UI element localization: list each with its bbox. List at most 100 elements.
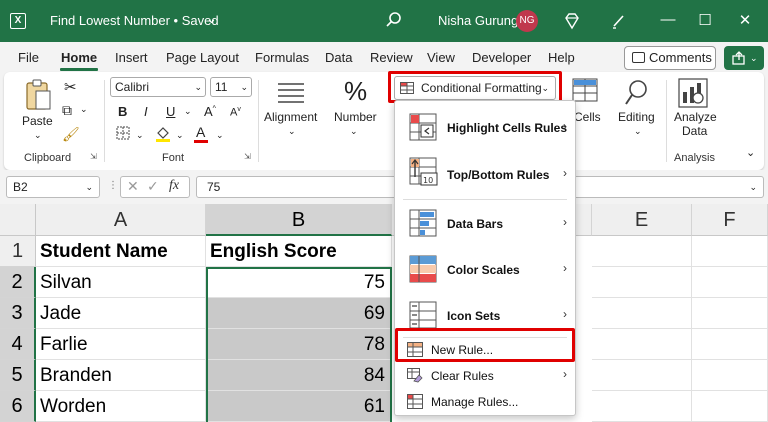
cell-e3[interactable] (592, 298, 692, 329)
fill-color-icon[interactable] (154, 124, 172, 142)
row-header-3[interactable]: 3 (0, 298, 36, 329)
restore-icon[interactable]: ☐ (695, 11, 715, 29)
avatar[interactable]: NG (516, 10, 538, 32)
cell-e4[interactable] (592, 329, 692, 360)
tab-page-layout[interactable]: Page Layout (166, 50, 239, 65)
cut-icon[interactable]: ✂ (64, 78, 77, 96)
menu-item-top-bottom-rules[interactable]: 10 Top/Bottom Rules › (395, 151, 575, 197)
share-button[interactable]: ⌄ (724, 46, 764, 70)
analyze-data-icon[interactable] (678, 78, 708, 108)
search-icon[interactable] (384, 10, 404, 30)
menu-item-manage-rules[interactable]: Manage Rules... (395, 389, 575, 415)
select-all-corner[interactable] (0, 204, 36, 236)
comments-button[interactable]: Comments (624, 46, 716, 70)
analyze-data-label-2[interactable]: Data (682, 124, 707, 138)
row-header-5[interactable]: 5 (0, 360, 36, 391)
menu-item-data-bars[interactable]: Data Bars › (395, 201, 575, 247)
dialog-launcher-icon[interactable]: ⇲ (90, 152, 97, 161)
cell-a1[interactable]: Student Name (36, 236, 206, 267)
chevron-down-icon[interactable]: ⌄ (34, 130, 42, 141)
tab-review[interactable]: Review (370, 50, 413, 65)
paste-label[interactable]: Paste (22, 114, 53, 128)
cell-e2[interactable] (592, 267, 692, 298)
column-header-f[interactable]: F (692, 204, 768, 236)
bold-button[interactable]: B (118, 104, 127, 119)
column-header-a[interactable]: A (36, 204, 206, 236)
row-header-2[interactable]: 2 (0, 267, 36, 298)
dialog-launcher-icon[interactable]: ⇲ (244, 152, 251, 161)
tab-insert[interactable]: Insert (115, 50, 148, 65)
row-header-1[interactable]: 1 (0, 236, 36, 267)
row-header-4[interactable]: 4 (0, 329, 36, 360)
font-size-select[interactable]: 11 ⌄ (210, 77, 252, 97)
tab-file[interactable]: File (18, 50, 39, 65)
cell-a3[interactable]: Jade (36, 298, 206, 329)
cell-a6[interactable]: Worden (36, 391, 206, 422)
chevron-down-icon[interactable]: ⌄ (634, 126, 642, 137)
column-header-b[interactable]: B (206, 204, 392, 236)
cell-f6[interactable] (692, 391, 768, 422)
format-painter-icon[interactable]: 🖌 (62, 126, 80, 143)
tab-view[interactable]: View (427, 50, 455, 65)
decrease-font-icon[interactable]: Av (230, 106, 241, 119)
expand-formula-bar-icon[interactable]: ⌄ (749, 177, 757, 197)
cell-f5[interactable] (692, 360, 768, 391)
cell-f4[interactable] (692, 329, 768, 360)
cells-label[interactable]: Cells (574, 110, 601, 124)
row-header-6[interactable]: 6 (0, 391, 36, 422)
menu-item-color-scales[interactable]: Color Scales › (395, 247, 575, 293)
close-icon[interactable]: ✕ (735, 11, 755, 29)
minimize-icon[interactable]: — (658, 11, 678, 28)
chevron-down-icon[interactable]: ⌄ (216, 130, 224, 141)
tab-home[interactable]: Home (61, 50, 97, 65)
tab-help[interactable]: Help (548, 50, 575, 65)
borders-icon[interactable] (116, 126, 130, 140)
cell-f1[interactable] (692, 236, 768, 267)
chevron-down-icon[interactable]: ⌄ (80, 104, 88, 115)
font-name-select[interactable]: Calibri ⌄ (110, 77, 206, 97)
pen-icon[interactable] (610, 12, 628, 30)
copy-icon[interactable]: ⧉ (62, 102, 72, 119)
cell-a2[interactable]: Silvan (36, 267, 206, 298)
insert-function-button[interactable]: fx (169, 178, 179, 194)
name-box[interactable]: B2 ⌄ (6, 176, 100, 198)
cells-icon[interactable] (572, 78, 598, 102)
increase-font-icon[interactable]: A^ (204, 104, 216, 119)
chevron-down-icon[interactable]: ⌄ (136, 130, 144, 141)
paste-icon[interactable] (24, 78, 54, 112)
font-color-icon[interactable]: A (196, 124, 205, 140)
cancel-icon[interactable]: ✕ (127, 178, 139, 195)
diamond-icon[interactable] (563, 12, 581, 30)
italic-button[interactable]: I (144, 104, 148, 119)
chevron-down-icon[interactable]: ⌄ (206, 11, 217, 27)
editing-label[interactable]: Editing (618, 110, 655, 124)
cell-e1[interactable] (592, 236, 692, 267)
cell-a4[interactable]: Farlie (36, 329, 206, 360)
menu-item-highlight-cells-rules[interactable]: Highlight Cells Rules › (395, 105, 575, 151)
chevron-down-icon[interactable]: ⌄ (176, 130, 184, 141)
chevron-down-icon[interactable]: ⌄ (184, 106, 192, 117)
tab-formulas[interactable]: Formulas (255, 50, 309, 65)
cell-e6[interactable] (592, 391, 692, 422)
collapse-ribbon-chevron-icon[interactable]: ⌄ (746, 146, 755, 159)
cell-f2[interactable] (692, 267, 768, 298)
alignment-icon[interactable] (276, 80, 306, 106)
tab-data[interactable]: Data (325, 50, 352, 65)
cell-e5[interactable] (592, 360, 692, 391)
chevron-down-icon[interactable]: ⌄ (350, 126, 358, 137)
column-header-e[interactable]: E (592, 204, 692, 236)
editing-search-icon[interactable] (624, 78, 650, 106)
underline-button[interactable]: U (166, 104, 175, 119)
cell-f3[interactable] (692, 298, 768, 329)
alignment-label[interactable]: Alignment (264, 110, 317, 124)
analyze-data-label[interactable]: Analyze (674, 110, 717, 124)
cell-a5[interactable]: Branden (36, 360, 206, 391)
percent-icon[interactable]: % (344, 76, 367, 107)
menu-item-clear-rules[interactable]: Clear Rules › (395, 363, 575, 389)
number-label[interactable]: Number (334, 110, 377, 124)
chevron-down-icon[interactable]: ⌄ (288, 126, 296, 137)
cell-b1[interactable]: English Score (206, 236, 392, 267)
enter-icon[interactable]: ✓ (147, 178, 159, 195)
document-title[interactable]: Find Lowest Number • Saved (50, 13, 219, 28)
tab-developer[interactable]: Developer (472, 50, 531, 65)
